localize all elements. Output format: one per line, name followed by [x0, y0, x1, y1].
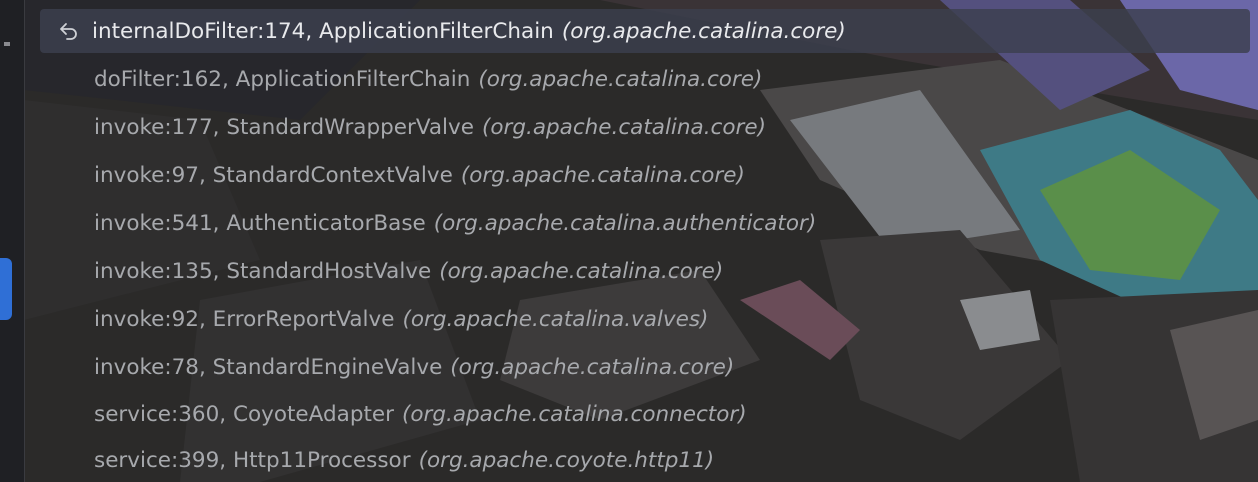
frame-row[interactable]: service:399, Http11Processor (org.apache…: [40, 438, 1250, 482]
frame-row[interactable]: invoke:92, ErrorReportValve (org.apache.…: [40, 297, 1250, 341]
frame-method: invoke:78, StandardEngineValve: [94, 354, 443, 380]
frame-method: invoke:135, StandardHostValve: [94, 258, 432, 284]
frame-row[interactable]: invoke:135, StandardHostValve (org.apach…: [40, 249, 1250, 293]
frame-method: invoke:177, StandardWrapperValve: [94, 114, 474, 140]
frame-package: (org.apache.catalina.core): [481, 114, 766, 140]
return-arrow-icon: [56, 18, 82, 44]
frame-row[interactable]: invoke:78, StandardEngineValve (org.apac…: [40, 345, 1250, 389]
frame-package: (org.apache.catalina.connector): [401, 401, 747, 427]
left-gutter: [0, 0, 25, 482]
frame-method: invoke:541, AuthenticatorBase: [94, 210, 426, 236]
frame-package: (org.apache.catalina.core): [561, 18, 846, 44]
frame-package: (org.apache.catalina.core): [478, 66, 763, 92]
frame-row[interactable]: service:360, CoyoteAdapter (org.apache.c…: [40, 392, 1250, 436]
frame-package: (org.apache.catalina.authenticator): [433, 210, 817, 236]
frame-row-selected[interactable]: internalDoFilter:174, ApplicationFilterC…: [40, 9, 1250, 53]
gutter-marker: [4, 42, 10, 46]
frame-package: (org.apache.catalina.core): [450, 354, 735, 380]
frame-row[interactable]: invoke:177, StandardWrapperValve (org.ap…: [40, 105, 1250, 149]
side-panel-tab[interactable]: [0, 258, 12, 320]
frame-package: (org.apache.coyote.http11): [418, 447, 715, 473]
frame-method: service:360, CoyoteAdapter: [94, 401, 394, 427]
frame-method: doFilter:162, ApplicationFilterChain: [94, 66, 471, 92]
call-stack-frames-list: internalDoFilter:174, ApplicationFilterC…: [24, 0, 1258, 482]
frame-method: service:399, Http11Processor: [94, 447, 411, 473]
frame-row[interactable]: invoke:97, StandardContextValve (org.apa…: [40, 153, 1250, 197]
frame-method: internalDoFilter:174, ApplicationFilterC…: [92, 18, 554, 44]
frame-package: (org.apache.catalina.core): [460, 162, 745, 188]
frame-row[interactable]: invoke:541, AuthenticatorBase (org.apach…: [40, 201, 1250, 245]
frame-row[interactable]: doFilter:162, ApplicationFilterChain (or…: [40, 57, 1250, 101]
frame-package: (org.apache.catalina.valves): [402, 306, 709, 332]
frame-method: invoke:97, StandardContextValve: [94, 162, 453, 188]
frame-package: (org.apache.catalina.core): [439, 258, 724, 284]
frame-method: invoke:92, ErrorReportValve: [94, 306, 395, 332]
